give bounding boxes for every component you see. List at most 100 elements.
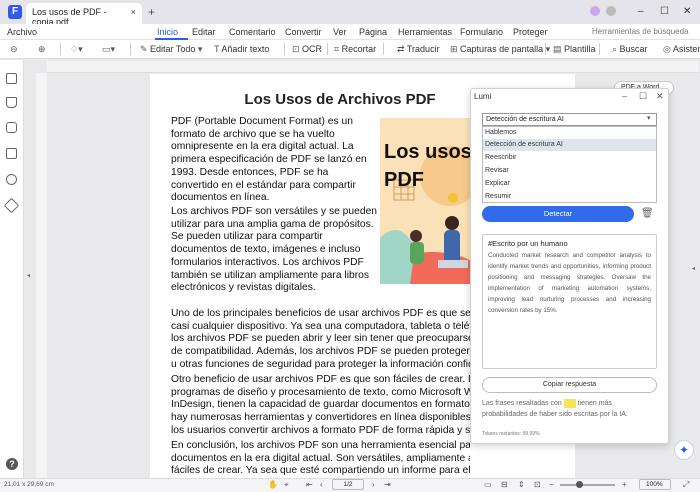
assistant-icon: ◎ [663, 44, 673, 54]
zoom-in-icon[interactable]: ⊕ [38, 44, 46, 55]
lumi-mode-dropdown [482, 126, 657, 203]
add-text-button[interactable]: T Añadir texto [214, 44, 269, 54]
zoom-in-small-icon[interactable]: + [622, 480, 627, 489]
menu-convertir[interactable]: Convertir [285, 27, 322, 37]
scroll-view-icon[interactable]: ⇕ [518, 480, 525, 489]
option-resumir[interactable]: Resumir [485, 193, 511, 200]
screenshots-label: Capturas de pantalla [460, 44, 544, 54]
collapse-right-icon[interactable]: ◂ [692, 265, 695, 272]
lumi-minimize-icon[interactable]: – [622, 91, 627, 101]
toolbar-divider [60, 43, 61, 55]
first-page-icon[interactable]: ⇤ [306, 480, 313, 489]
toolbar-divider [284, 43, 285, 55]
chevron-down-icon[interactable]: ▾ [647, 114, 651, 122]
document-tab[interactable]: Los usos de PDF - copia.pdf × [26, 3, 142, 27]
collapse-left-icon[interactable]: ◂ [27, 272, 30, 279]
avatar-icon[interactable] [590, 6, 600, 16]
search-button[interactable]: ⌕ Buscar [612, 44, 648, 55]
hand-tool-icon[interactable]: ✋ [268, 480, 278, 489]
option-reescribir[interactable]: Reescribir [485, 154, 517, 161]
template-button[interactable]: ▤ Plantilla [553, 44, 596, 55]
template-icon: ▤ [553, 44, 565, 54]
result-box: #Escrito por un humano Conducted market … [482, 234, 657, 369]
thumbnails-icon[interactable] [6, 73, 17, 84]
highlight-legend: Las frases resaltadas con tienen más pro… [482, 398, 657, 420]
toolbar-divider [130, 43, 131, 55]
lumi-mode-select[interactable]: Detección de escritura AI [482, 113, 657, 126]
maximize-icon[interactable]: ☐ [660, 6, 669, 17]
toolbar-divider [327, 43, 328, 55]
new-tab-icon[interactable]: + [148, 5, 155, 19]
search-panel-icon[interactable] [6, 174, 17, 185]
account-icon[interactable] [606, 6, 616, 16]
page-dimensions: 21,01 x 29,69 cm [4, 481, 54, 488]
result-body: Conducted market research and competitor… [488, 252, 651, 314]
menu-proteger[interactable]: Proteger [513, 27, 548, 37]
fullscreen-icon[interactable]: ⤢ [683, 480, 689, 490]
fit-page-icon[interactable]: ⊡ [534, 480, 541, 489]
toolbar-divider [599, 43, 600, 55]
menu-formulario[interactable]: Formulario [460, 27, 503, 37]
shape-icon[interactable]: ▭▾ [102, 44, 115, 55]
search-icon: ⌕ [612, 44, 620, 54]
horizontal-ruler [47, 61, 699, 73]
zoom-slider-handle[interactable] [576, 481, 583, 488]
next-page-icon[interactable]: › [372, 480, 375, 489]
tool-search-input[interactable]: Herramientas de búsqueda [592, 27, 689, 36]
translate-button[interactable]: ⇄ Traducir [397, 44, 440, 55]
attachment-icon[interactable] [6, 148, 17, 159]
assistant-button[interactable]: ◎ Asistente [663, 44, 700, 55]
yellow-highlight-swatch [563, 398, 576, 408]
ocr-button[interactable]: ⊡ OCR [292, 44, 322, 55]
edit-icon: ✎ [140, 44, 151, 54]
comment-icon[interactable] [6, 122, 17, 133]
zoom-out-small-icon[interactable]: − [549, 480, 554, 489]
app-logo-icon[interactable]: F [8, 5, 22, 19]
screenshots-button[interactable]: ⊞ Capturas de pantalla ▾ [450, 44, 550, 55]
trash-icon[interactable]: 🗑 [641, 208, 654, 219]
menu-pagina[interactable]: Página [359, 27, 387, 37]
result-title: #Escrito por un humano [488, 239, 568, 248]
lumi-maximize-icon[interactable]: ☐ [639, 91, 647, 102]
zoom-level-select[interactable]: 100% [639, 479, 671, 490]
close-tab-icon[interactable]: × [131, 7, 136, 17]
menu-herramientas[interactable]: Herramientas [398, 27, 452, 37]
option-revisar[interactable]: Revisar [485, 167, 509, 174]
ai-assistant-fab-icon[interactable]: ✦ [674, 440, 694, 460]
screenshot-icon: ⊞ [450, 44, 461, 54]
help-icon[interactable]: ? [6, 458, 18, 470]
translate-icon: ⇄ [397, 44, 407, 54]
bookmark-icon[interactable] [6, 97, 17, 108]
menu-editar[interactable]: Editar [192, 27, 216, 37]
single-page-icon[interactable]: ▭ [484, 480, 492, 489]
menu-ver[interactable]: Ver [333, 27, 347, 37]
paragraph-3: Uno de los principales beneficios de usa… [171, 308, 470, 370]
lumi-close-icon[interactable]: ✕ [656, 91, 664, 102]
minimize-icon[interactable]: – [638, 6, 644, 17]
ocr-label: OCR [302, 44, 323, 54]
previous-page-icon[interactable]: ‹ [320, 480, 323, 489]
menu-comentario[interactable]: Comentario [229, 27, 276, 37]
edit-all-label: Editar Todo [150, 44, 196, 54]
option-hablemos[interactable]: Hablemos [485, 129, 517, 136]
tokens-remaining: Tokens restantes: 99.99% [482, 431, 540, 437]
crop-button[interactable]: ⌗ Recortar [334, 44, 376, 55]
edit-all-button[interactable]: ✎ Editar Todo ▾ [140, 44, 202, 55]
menu-inicio[interactable]: Inicio [157, 27, 178, 37]
zoom-slider[interactable] [560, 484, 615, 486]
highlight-icon[interactable]: ♢▾ [70, 44, 83, 55]
option-ai-detection[interactable]: Detección de escritura AI [485, 141, 563, 148]
menu-file[interactable]: Archivo [7, 27, 37, 37]
option-explicar[interactable]: Explicar [485, 180, 510, 187]
two-page-icon[interactable]: ⊟ [501, 480, 508, 489]
copy-response-button[interactable]: Copiar respuesta [482, 377, 657, 393]
detect-button[interactable]: Detectar [482, 206, 634, 222]
zoom-out-icon[interactable]: ⊖ [10, 44, 18, 55]
last-page-icon[interactable]: ⇥ [384, 480, 391, 489]
select-tool-icon[interactable]: ⌖ [284, 480, 289, 490]
page-number-input[interactable]: 1/2 [332, 479, 364, 490]
close-window-icon[interactable]: ✕ [683, 6, 691, 17]
paragraph-4: Otro beneficio de usar archivos PDF es q… [171, 374, 470, 436]
cover-illustration[interactable]: Los usos PDF [380, 118, 476, 284]
add-text-label: Añadir texto [221, 44, 270, 54]
